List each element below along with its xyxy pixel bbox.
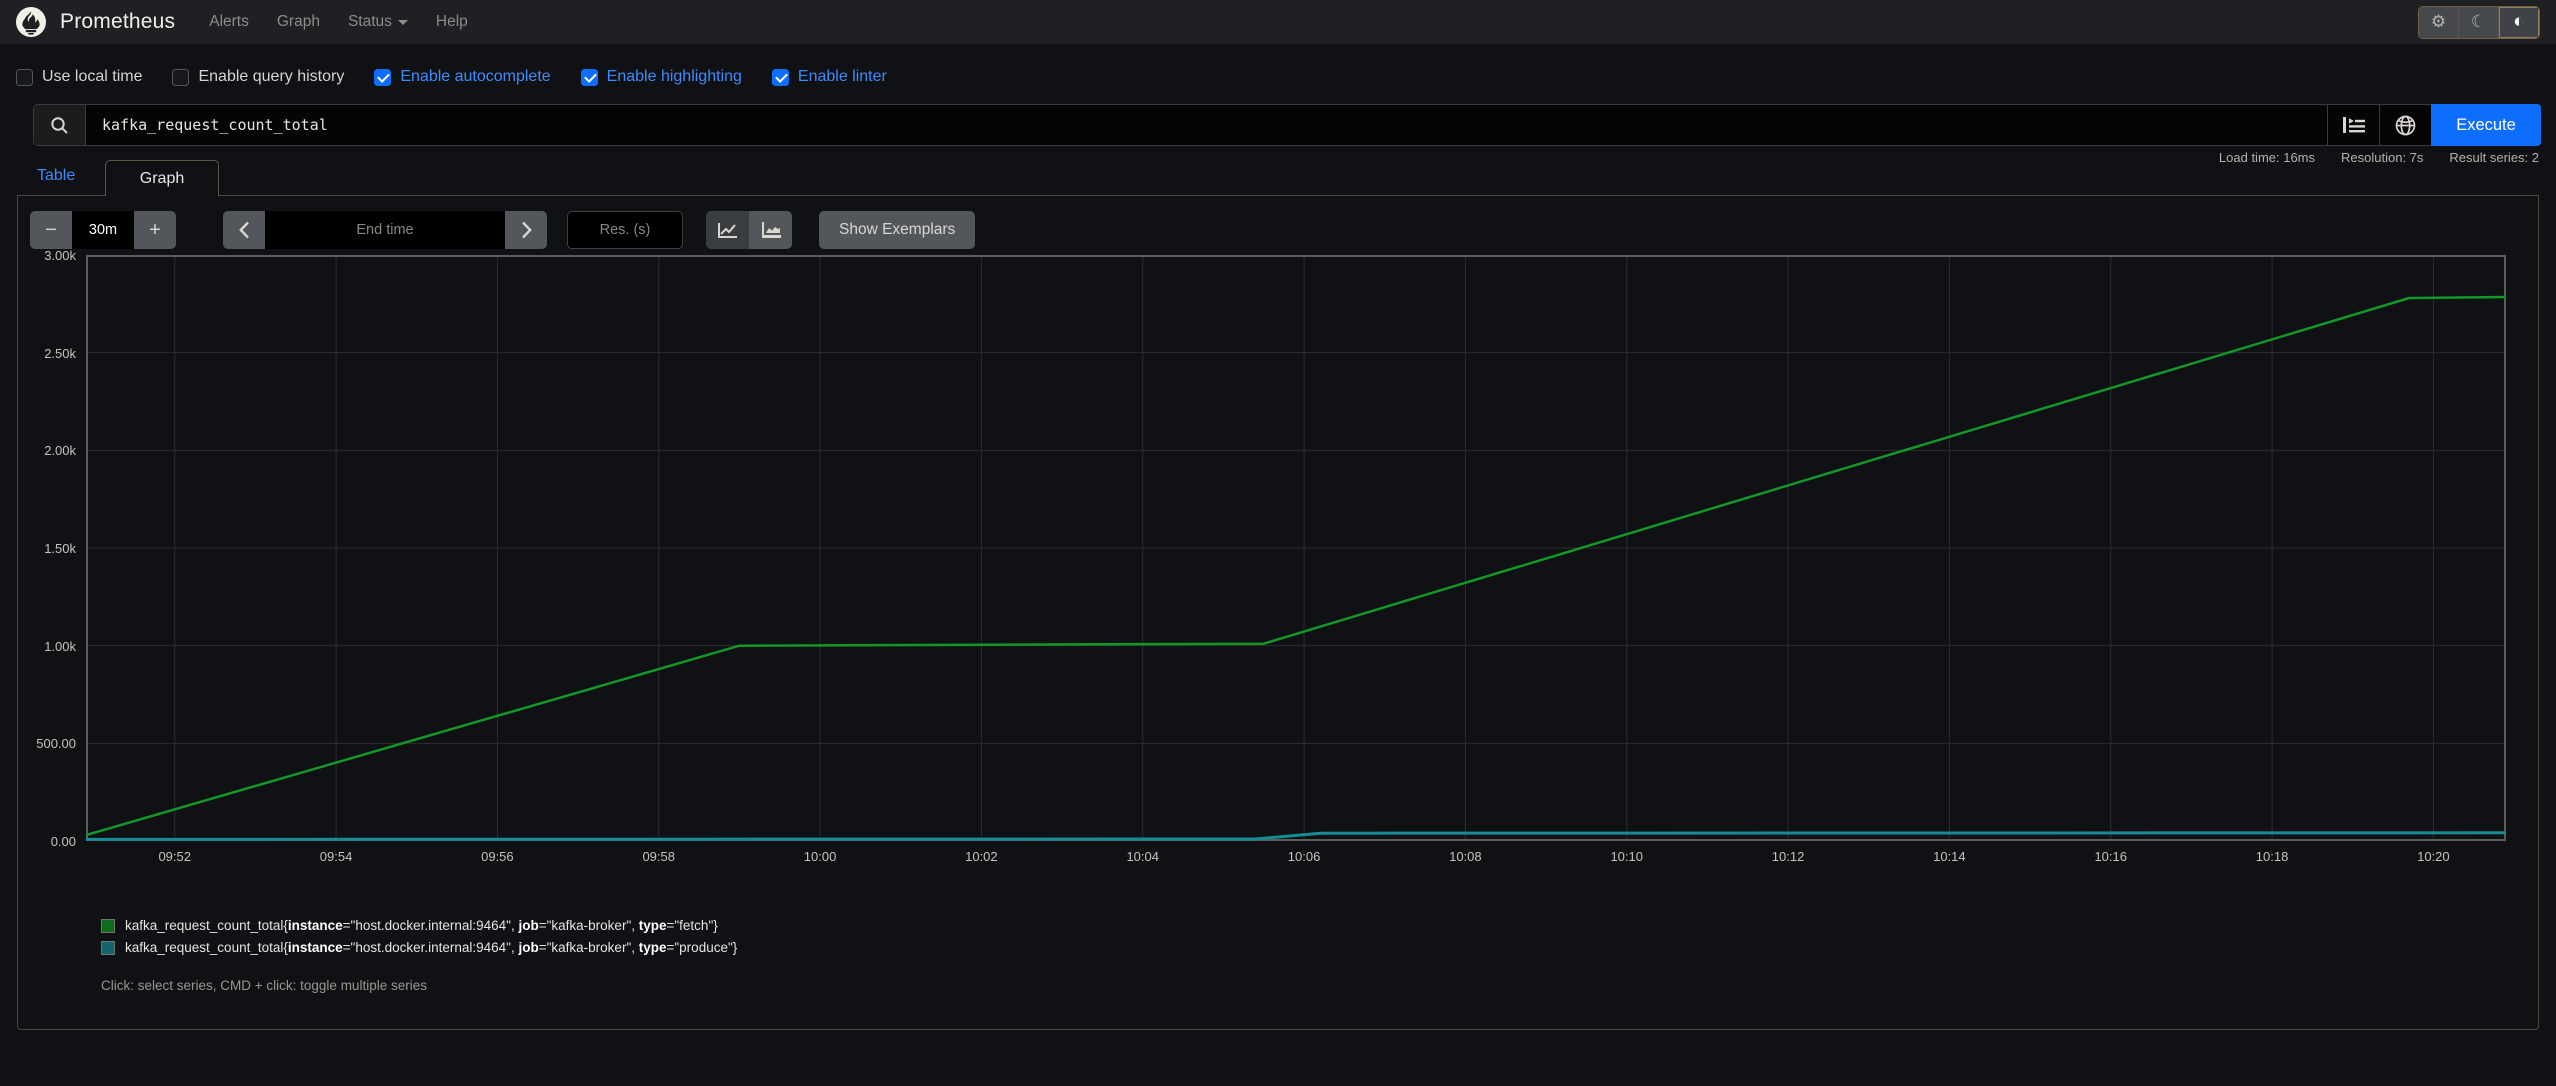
settings-theme-button[interactable]: ⚙ [2419, 6, 2459, 38]
dark-theme-button[interactable]: ☾ [2459, 6, 2499, 38]
x-tick-label: 09:56 [481, 849, 514, 864]
y-tick-label: 3.00k [44, 248, 76, 263]
brand[interactable]: Prometheus [16, 7, 175, 37]
x-tick-label: 10:20 [2417, 849, 2450, 864]
series-line-0[interactable] [86, 295, 2506, 837]
checkbox-enable-autocomplete[interactable] [374, 68, 392, 86]
tab-table[interactable]: Table [37, 167, 75, 185]
checkbox-use-local-time[interactable] [16, 68, 33, 86]
y-tick-label: 2.50k [44, 345, 76, 361]
query-group: Execute [33, 104, 2541, 146]
resolution-input[interactable] [567, 211, 683, 249]
nav-item-help[interactable]: Help [436, 13, 468, 31]
legend-row-1[interactable]: kafka_request_count_total{instance="host… [101, 940, 737, 955]
y-tick-label: 2.00k [44, 443, 76, 459]
line-chart-button[interactable] [706, 211, 749, 249]
x-tick-label: 10:14 [1933, 849, 1966, 864]
range-input[interactable] [72, 211, 134, 249]
checkbox-label: Enable autocomplete [400, 68, 551, 85]
x-tick-label: 10:06 [1287, 849, 1321, 864]
legend-row-0[interactable]: kafka_request_count_total{instance="host… [101, 918, 737, 933]
x-tick-label: 09:54 [319, 849, 353, 864]
x-tick-label: 10:12 [1771, 849, 1805, 864]
x-tick-label: 10:04 [1126, 849, 1159, 864]
legend-series-name: kafka_request_count_total{instance="host… [125, 918, 718, 933]
app-title: Prometheus [60, 10, 176, 33]
execute-button[interactable]: Execute [2431, 104, 2541, 146]
chart-legend: kafka_request_count_total{instance="host… [101, 918, 737, 955]
time-forward-button[interactable] [505, 211, 547, 249]
chart-plot-area[interactable] [86, 255, 2506, 841]
legend-swatch-icon [101, 940, 115, 955]
tree-view-button[interactable] [2327, 105, 2379, 145]
query-options-row: Use local time Enable query history Enable… [0, 44, 2556, 86]
query-input[interactable] [86, 105, 2327, 145]
time-back-button[interactable] [223, 211, 265, 249]
y-tick-label: 0.00 [50, 834, 76, 849]
end-time-input[interactable] [265, 211, 505, 249]
checkbox-label: Enable linter [797, 68, 887, 85]
checkbox-label: Enable query history [198, 68, 345, 85]
range-stepper: − + [30, 211, 176, 249]
query-row: Execute [0, 86, 2556, 146]
option-use-local-time[interactable]: Use local time [16, 68, 142, 86]
nav-item-status[interactable]: Status [348, 13, 408, 31]
gear-icon: ⚙ [2430, 12, 2447, 31]
y-tick-label: 1.50k [44, 541, 76, 556]
x-tick-label: 10:00 [803, 849, 837, 864]
x-tick-label: 09:52 [158, 849, 191, 864]
end-time-group [223, 211, 547, 249]
y-tick-label: 1.00k [44, 638, 76, 654]
range-decrease-button[interactable]: − [30, 211, 72, 249]
legend-series-name: kafka_request_count_total{instance="host… [125, 940, 738, 955]
prometheus-logo-icon [16, 7, 46, 37]
x-tick-label: 09:58 [642, 849, 675, 864]
show-exemplars-button[interactable]: Show Exemplars [819, 211, 976, 249]
tab-graph[interactable]: Graph [105, 160, 219, 196]
query-stats: Load time: 16ms Resolution: 7s Result se… [2219, 150, 2539, 165]
checkbox-enable-query-history[interactable] [172, 68, 190, 86]
x-tick-label: 10:16 [2094, 849, 2127, 864]
range-increase-button[interactable]: + [134, 211, 176, 249]
graph-toolbar: − + [18, 196, 2538, 249]
search-icon [34, 105, 86, 145]
result-series: Result series: 2 [2449, 150, 2539, 165]
half-contrast-icon: ◐ [2513, 11, 2525, 32]
checkbox-enable-highlighting[interactable] [580, 68, 598, 86]
nav-item-graph[interactable]: Graph [277, 13, 320, 31]
checkbox-label: Use local time [42, 68, 143, 85]
x-tick-label: 10:02 [965, 849, 998, 864]
option-enable-autocomplete[interactable]: Enable autocomplete [374, 68, 551, 86]
metrics-explorer-globe-button[interactable] [2379, 105, 2431, 145]
load-time: Load time: 16ms [2218, 150, 2316, 165]
theme-toggle-group: ⚙ ☾ ◐ [2418, 5, 2540, 39]
chevron-down-icon [397, 19, 408, 25]
option-enable-query-history[interactable]: Enable query history [172, 68, 344, 86]
checkbox-enable-linter[interactable] [771, 68, 789, 86]
navbar: Prometheus Alerts Graph Status Help ⚙ ☾ ◐ [0, 0, 2556, 44]
chart-type-toggle [706, 211, 792, 249]
nav-item-alerts[interactable]: Alerts [209, 13, 249, 31]
legend-hint: Click: select series, CMD + click: toggl… [101, 978, 427, 993]
x-tick-label: 10:18 [2255, 849, 2289, 864]
option-enable-linter[interactable]: Enable linter [771, 68, 887, 86]
checkbox-label: Enable highlighting [606, 68, 742, 85]
series-line-1[interactable] [86, 831, 2506, 841]
y-tick-label: 500.00 [36, 736, 76, 752]
moon-icon: ☾ [2470, 12, 2487, 31]
x-tick-label: 10:10 [1610, 849, 1643, 864]
x-tick-label: 10:08 [1449, 849, 1482, 864]
resolution: Resolution: 7s [2341, 150, 2424, 165]
tabs-row: Table Graph Load time: 16ms Resolution: … [17, 150, 2539, 196]
legend-swatch-icon [101, 918, 115, 933]
option-enable-highlighting[interactable]: Enable highlighting [580, 68, 742, 86]
graph-panel: − + [17, 195, 2539, 1030]
stacked-chart-button[interactable] [749, 211, 792, 249]
main-nav: Alerts Graph Status Help [209, 13, 2418, 31]
auto-theme-button[interactable]: ◐ [2499, 6, 2539, 38]
